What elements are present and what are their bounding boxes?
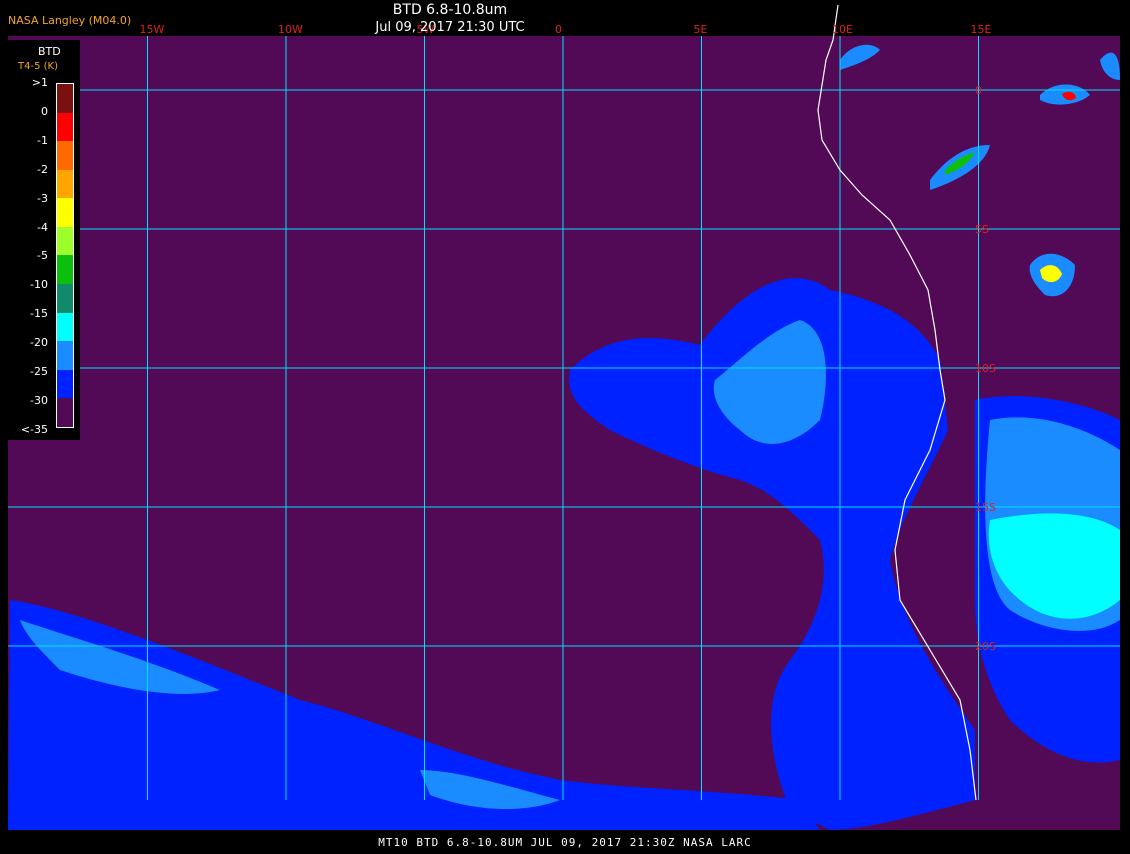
latitude-label: 20S [975,640,996,653]
legend-swatch [57,341,73,370]
btd-map: 15W 10W 5W 0 5E 10E 15E05S10S15S20S [8,4,1120,830]
legend-tick-label: -1 [37,133,48,147]
legend-swatch [57,312,73,342]
legend-swatch [57,284,73,313]
legend-tick-label: -3 [37,191,48,205]
legend-tick-label: -5 [37,249,48,263]
latitude-label: 5S [975,223,989,236]
image-title: BTD 6.8-10.8um [392,2,508,18]
latitude-label: 10S [975,362,996,375]
legend-tick-label: -4 [37,220,48,234]
color-legend: BTD T4-5 (K) >1 0 -1 -2 -3 -4 -5 -10 -15 -20 -25 -3… [8,40,80,440]
satellite-image-view: 15W 10W 5W 0 5E 10E 15E 0 5S 10S 15S 20S NASA Langl… [0,0,1130,850]
legend-swatch [57,226,73,256]
legend-swatch [57,112,73,142]
legend-tick-label: -10 [30,278,48,292]
legend-tick-label: -15 [30,307,48,321]
legend-tick-label: -30 [30,393,48,407]
legend-tick-label: -2 [37,162,48,176]
legend-tick-label: -25 [30,365,48,378]
latitude-label: 15S [975,501,996,514]
image-footer: MT10 BTD 6.8-10.8UM JUL 09, 2017 21:30Z … [378,836,752,849]
legend-swatch [57,169,73,199]
legend-swatch [57,398,73,427]
legend-tick-label: >1 [31,76,48,89]
legend-swatch [57,141,73,170]
legend-tick-label: <-35 [20,422,48,436]
legend-title: BTD [38,45,61,58]
legend-color-bar [56,83,74,428]
longitude-label: 15E [971,23,992,36]
latitude-label: 0 [975,84,982,97]
legend-swatch [57,369,73,399]
image-timestamp: Jul 09, 2017 21:30 UTC [375,20,525,35]
legend-tick-label: -20 [30,336,48,350]
legend-swatch [57,198,73,227]
legend-units: T4-5 (K) [18,61,58,72]
legend-tick-label: 0 [41,104,48,118]
legend-swatch [57,84,73,113]
legend-swatch [57,255,73,285]
